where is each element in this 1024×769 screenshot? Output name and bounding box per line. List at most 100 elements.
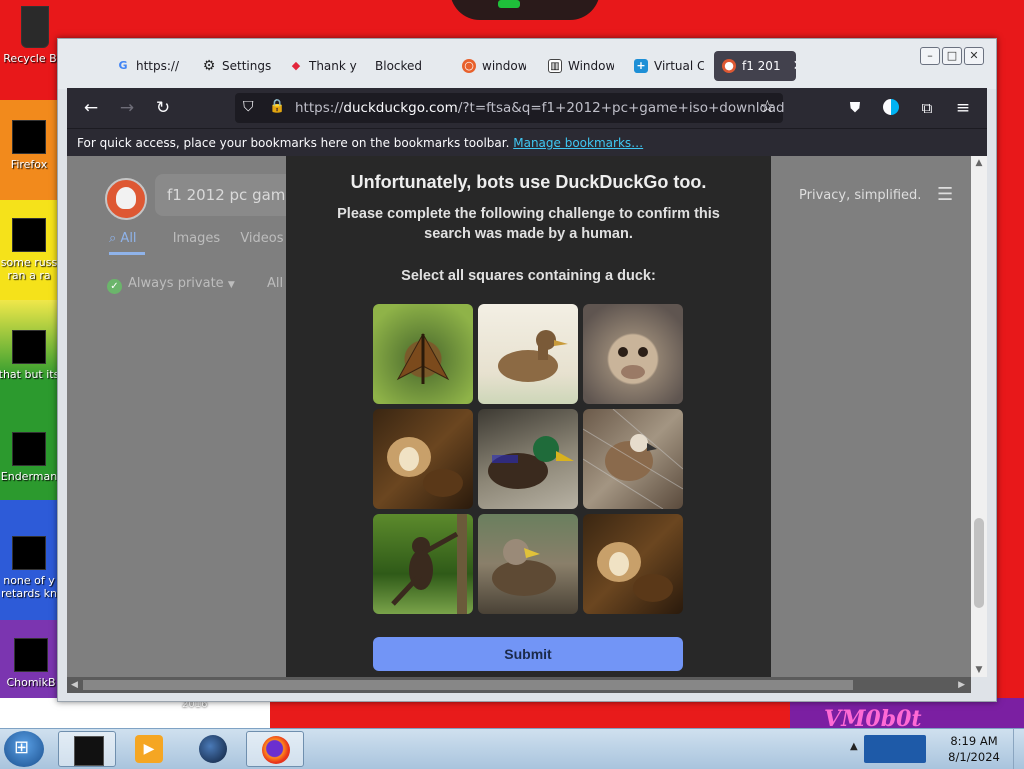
bird-image (583, 409, 683, 509)
building-icon: ▥ (548, 59, 562, 73)
desktop-icon-label: none of y retards kn (1, 574, 57, 600)
captcha-tile-monkey-face[interactable] (583, 304, 683, 404)
submit-button[interactable]: Submit (373, 637, 683, 671)
captcha-tile-dogs[interactable] (373, 409, 473, 509)
vertical-scrollbar[interactable]: ▲ ▼ (971, 156, 987, 677)
back-icon[interactable]: ← (79, 96, 103, 120)
desktop-icon-that-but-its[interactable]: that but its (0, 330, 62, 381)
file-icon (12, 432, 46, 466)
reload-icon[interactable]: ↻ (151, 96, 175, 120)
tab-settings[interactable]: ⚙ Settings (202, 51, 282, 81)
desktop-icon-enderman[interactable]: Enderman (0, 432, 62, 483)
tab-label: Virtual C (654, 59, 704, 73)
active-tab-indicator (109, 252, 145, 255)
taskbar-item-firefox[interactable] (246, 731, 304, 767)
tab-window-2[interactable]: ▥ Window (548, 51, 614, 81)
hscrollbar-thumb[interactable] (83, 680, 853, 690)
close-window-button[interactable]: ✕ (964, 47, 984, 65)
maximize-button[interactable]: □ (942, 47, 962, 65)
lock-icon[interactable]: 🔒 (269, 99, 285, 114)
clock-time: 8:19 AM (950, 734, 998, 748)
scroll-right-icon[interactable]: ▶ (958, 677, 965, 693)
wallpaper-red (270, 698, 810, 728)
url-bar[interactable]: ⛉ 🔒 https://duckduckgo.com/?t=ftsa&q=f1+… (235, 93, 785, 123)
captcha-tile-moth[interactable] (373, 304, 473, 404)
desktop-icon-some-russ[interactable]: some russ ran a ra (0, 218, 62, 282)
horizontal-scrollbar[interactable]: ◀ ▶ (67, 677, 971, 693)
desktop-icon-label: some russ ran a ra (0, 256, 58, 282)
desktop-icon-firefox[interactable]: Firefox (0, 120, 62, 171)
url-text[interactable]: https://duckduckgo.com/?t=ftsa&q=f1+2012… (295, 100, 785, 116)
taskbar-item-media[interactable]: ▶ (120, 731, 178, 767)
captcha-tile-hawk[interactable] (583, 409, 683, 509)
clock[interactable]: 8:19 AM 8/1/2024 (936, 733, 1012, 765)
duck-image (498, 330, 568, 382)
captcha-prompt: Select all squares containing a duck: (401, 268, 656, 284)
terminal-icon (74, 736, 104, 766)
manage-bookmarks-link[interactable]: Manage bookmarks… (513, 136, 643, 150)
captcha-tile-mallard[interactable] (478, 409, 578, 509)
tab-google[interactable]: G https:// (116, 51, 188, 81)
scroll-down-icon[interactable]: ▼ (971, 665, 987, 675)
extensions-icon[interactable]: ⧉ (915, 96, 939, 120)
privacy-tagline: Privacy, simplified. (799, 188, 922, 203)
tray-expand-icon[interactable]: ▲ (850, 741, 858, 752)
plus-icon: + (634, 59, 648, 73)
desktop-icon-label: that but its (0, 368, 60, 381)
start-button[interactable] (4, 731, 44, 767)
moth-image (396, 332, 450, 384)
scrollbar-thumb[interactable] (974, 518, 984, 608)
tab-label: Blocked (375, 59, 423, 73)
taskbar-item-globe[interactable] (184, 731, 242, 767)
browser-window: G https:// ⚙ Settings ◆ Thank y Blocked … (57, 38, 997, 702)
google-icon: G (118, 59, 128, 72)
captcha-tile-duck-sitting[interactable] (478, 514, 578, 614)
theme-icon[interactable] (879, 96, 903, 120)
captcha-tile-duck-painting[interactable] (478, 304, 578, 404)
search-tabs: ⌕ All Images Videos (109, 231, 300, 246)
tab-images[interactable]: Images (173, 231, 221, 246)
desktop-icon-chomikb[interactable]: ChomikB (0, 638, 64, 689)
file-icon (12, 218, 46, 252)
show-desktop-button[interactable] (1013, 729, 1024, 769)
search-input[interactable]: f1 2012 pc game i (155, 174, 295, 216)
captcha-grid (373, 304, 685, 616)
check-icon: ✓ (107, 279, 122, 294)
gear-icon: ⚙ (202, 58, 216, 74)
pocket-icon[interactable]: ⛊ (843, 96, 867, 120)
scroll-up-icon[interactable]: ▲ (971, 158, 987, 168)
taskbar-item-terminal[interactable] (58, 731, 116, 767)
minimize-button[interactable]: – (920, 47, 940, 65)
tab-window[interactable]: ○ window (462, 51, 526, 81)
bookmark-star-icon[interactable]: ☆ (760, 97, 775, 117)
tab-all[interactable]: ⌕ All (109, 231, 153, 246)
shield-icon[interactable]: ⛉ (243, 99, 259, 117)
captcha-subtitle: Please complete the following challenge … (337, 206, 720, 242)
hamburger-icon[interactable]: ☰ (937, 184, 953, 205)
file-icon (14, 638, 48, 672)
firefox-icon (262, 736, 290, 764)
diamond-icon: ◆ (291, 59, 301, 72)
duckduckgo-logo[interactable] (105, 178, 147, 220)
tab-f1-active[interactable]: ● f1 201 ✕ (714, 51, 796, 81)
url-domain: duckduckgo.com (343, 100, 458, 116)
tab-thank[interactable]: ◆ Thank y (289, 51, 359, 81)
tab-close-icon[interactable]: ✕ (793, 58, 796, 74)
tab-videos[interactable]: Videos (240, 231, 283, 246)
desktop-icon-none-of-y[interactable]: none of y retards kn (0, 536, 62, 600)
region-filter[interactable]: All (267, 276, 283, 291)
tray-app-icon[interactable] (864, 735, 926, 763)
always-private-toggle[interactable]: ✓ Always private ▼ (107, 276, 235, 294)
system-tray: ▲ (850, 731, 934, 767)
tab-all-label: All (120, 231, 137, 246)
tab-virtual[interactable]: + Virtual C (634, 51, 704, 81)
captcha-tile-monkey-tree[interactable] (373, 514, 473, 614)
recycle-bin-icon (21, 6, 49, 48)
menu-icon[interactable]: ≡ (951, 96, 975, 120)
forward-icon[interactable]: → (115, 96, 139, 120)
scroll-left-icon[interactable]: ◀ (71, 677, 78, 693)
dogs-image (387, 437, 463, 497)
tab-blocked[interactable]: Blocked (375, 51, 445, 81)
captcha-tile-dogs-2[interactable] (583, 514, 683, 614)
tab-label: window (482, 59, 526, 73)
